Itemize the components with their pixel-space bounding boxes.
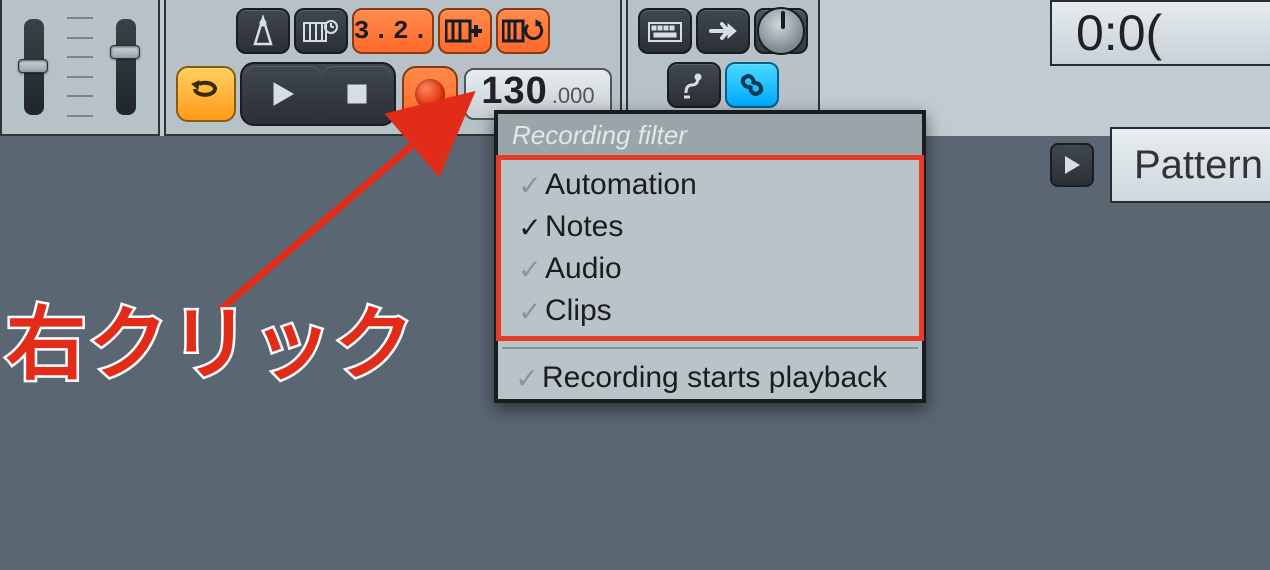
main-knob[interactable] bbox=[757, 7, 805, 55]
play-icon bbox=[271, 81, 295, 107]
menu-separator bbox=[502, 347, 918, 349]
check-icon: ✓ bbox=[515, 169, 545, 202]
piano-loop-icon bbox=[502, 17, 544, 45]
menu-item-notes[interactable]: ✓ Notes bbox=[501, 206, 919, 248]
link-icon bbox=[736, 72, 768, 98]
typing-keyboard-icon bbox=[648, 19, 682, 43]
menu-title: Recording filter bbox=[498, 114, 922, 157]
countdown-button[interactable]: 3.2. bbox=[352, 8, 434, 54]
check-icon: ✓ bbox=[515, 211, 545, 244]
stop-icon bbox=[346, 83, 368, 105]
check-icon: ✓ bbox=[512, 362, 542, 395]
blend-notes-button[interactable] bbox=[438, 8, 492, 54]
step-edit-button[interactable] bbox=[667, 62, 721, 108]
link-button[interactable] bbox=[725, 62, 779, 108]
menu-item-audio[interactable]: ✓ Audio bbox=[501, 248, 919, 290]
menu-item-label: Notes bbox=[545, 210, 623, 244]
time-value: 0:0( bbox=[1076, 4, 1162, 62]
mixer-sliders-panel bbox=[0, 0, 160, 136]
time-display[interactable]: 0:0( bbox=[1050, 0, 1270, 66]
typing-keyboard-button[interactable] bbox=[638, 8, 692, 54]
pattern-song-loop-button[interactable] bbox=[176, 66, 236, 122]
stop-button[interactable] bbox=[322, 66, 392, 122]
loop-icon bbox=[189, 79, 223, 109]
menu-item-label: Automation bbox=[545, 168, 697, 202]
recording-filter-group: ✓ Automation ✓ Notes ✓ Audio ✓ Clips bbox=[496, 155, 924, 341]
pattern-selector[interactable]: Pattern bbox=[1110, 127, 1270, 203]
pattern-name: Pattern bbox=[1134, 143, 1263, 188]
tempo-int: 130 bbox=[481, 70, 547, 113]
play-button[interactable] bbox=[244, 66, 322, 122]
record-button[interactable] bbox=[402, 66, 458, 122]
annotation-text: 右クリック bbox=[6, 280, 416, 396]
metronome-button[interactable] bbox=[236, 8, 290, 54]
menu-item-clips[interactable]: ✓ Clips bbox=[501, 290, 919, 332]
arrow-right-icon bbox=[708, 20, 738, 42]
record-icon bbox=[415, 79, 445, 109]
master-pitch-slider[interactable] bbox=[116, 19, 136, 115]
menu-item-recording-starts-playback[interactable]: ✓ Recording starts playback bbox=[498, 357, 922, 399]
countdown-value: 3.2. bbox=[354, 16, 432, 46]
play-icon bbox=[1063, 155, 1081, 175]
piano-plus-icon bbox=[445, 17, 485, 45]
switch-button[interactable] bbox=[696, 8, 750, 54]
piano-clock-icon bbox=[303, 17, 339, 45]
menu-item-label: Clips bbox=[545, 294, 612, 328]
check-icon: ✓ bbox=[515, 253, 545, 286]
main-knob-panel bbox=[754, 8, 808, 54]
master-volume-slider[interactable] bbox=[24, 19, 44, 115]
loop-recording-button[interactable] bbox=[496, 8, 550, 54]
tempo-frac: .000 bbox=[552, 83, 595, 109]
wait-for-input-button[interactable] bbox=[294, 8, 348, 54]
menu-item-label: Audio bbox=[545, 252, 622, 286]
slider-scale bbox=[67, 17, 93, 117]
check-icon: ✓ bbox=[515, 295, 545, 328]
metronome-icon bbox=[247, 15, 279, 47]
menu-item-label: Recording starts playback bbox=[542, 361, 887, 395]
menu-item-automation[interactable]: ✓ Automation bbox=[501, 164, 919, 206]
pattern-play-button[interactable] bbox=[1050, 143, 1094, 187]
recording-filter-menu: Recording filter ✓ Automation ✓ Notes ✓ … bbox=[494, 110, 926, 403]
step-icon bbox=[680, 71, 708, 99]
